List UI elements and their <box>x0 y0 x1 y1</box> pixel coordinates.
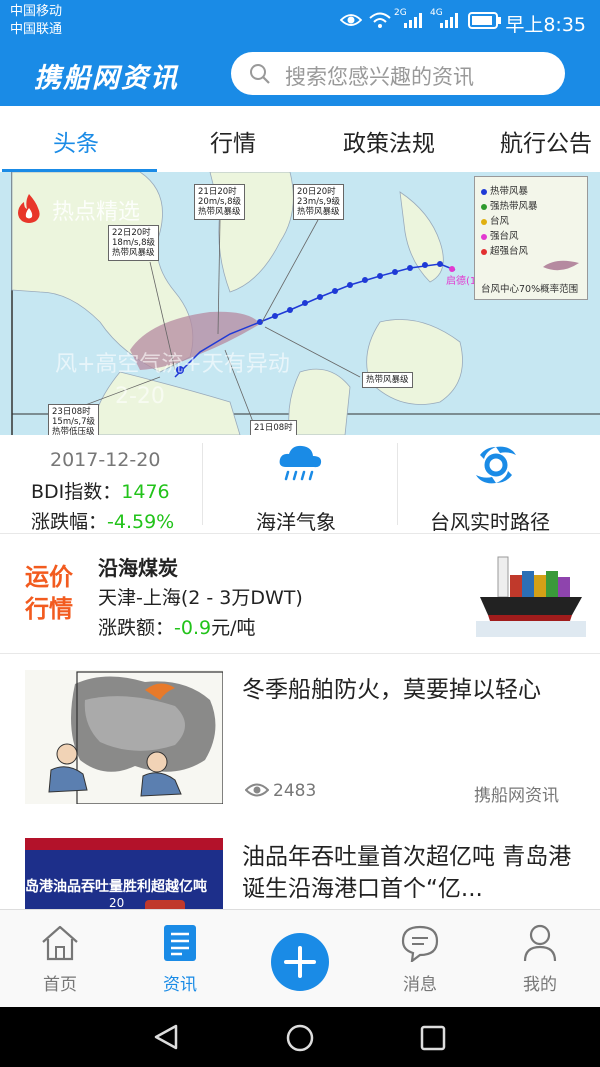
app-logo: 携船网资讯 <box>34 63 179 94</box>
nav-home[interactable]: 首页 <box>20 920 100 1000</box>
freight-change-value: -0.9 <box>174 617 212 639</box>
hot-section-label: 热点精选 <box>52 200 141 225</box>
map-label-21-20: 21日20时 20m/s,8级 热带风暴级 <box>194 184 245 220</box>
home-icon <box>42 925 78 961</box>
nav-home-label: 首页 <box>43 975 77 995</box>
news-item[interactable]: 岛港油品吞吐量胜利超越亿吨 20 油品年吞吐量首次超亿吨 青岛港诞生沿海港口首个… <box>0 824 600 909</box>
bdi-change-value: -4.59% <box>107 511 175 533</box>
map-label-22: 22日20时 18m/s,8级 热带风暴级 <box>108 225 159 261</box>
typhoon-name: 启德(1 <box>446 276 477 287</box>
map-label-20: 20日20时 23m/s,9级 热带风暴级 <box>293 184 344 220</box>
carrier-1: 中国移动 <box>10 4 63 19</box>
bdi-card[interactable]: 2017-12-20 BDI指数：1476 涨跌幅：-4.59% <box>0 435 202 533</box>
app-header: 携船网资讯 搜索您感兴趣的资讯 <box>0 44 600 106</box>
banner-caption-2: 2-20 <box>115 384 165 409</box>
marine-weather-label: 海洋气象 <box>256 510 336 534</box>
bdi-index-value: 1476 <box>121 481 170 503</box>
cargo-ship-image <box>476 549 586 637</box>
view-count: 2483 <box>273 781 317 801</box>
search-bar[interactable]: 搜索您感兴趣的资讯 <box>231 52 565 95</box>
hot-banner[interactable]: 22日20时 18m/s,8级 热带风暴级 21日20时 20m/s,8级 热带… <box>0 172 600 435</box>
news-source: 携船网资讯 <box>474 786 559 806</box>
nav-news[interactable]: 资讯 <box>140 920 220 1000</box>
news-title: 冬季船舶防火，莫要掉以轻心 <box>242 677 541 703</box>
news-thumbnail-text: 岛港油品吞吐量胜利超越亿吨 <box>25 879 207 895</box>
map-label-storm: 热带风暴级 <box>362 372 413 388</box>
status-bar: 中国移动 中国联通 2G 4G 早上8:35 <box>0 0 600 44</box>
map-legend: 热带风暴 强热带风暴 台风 强台风 超强台风 台风中心70%概率范围 <box>474 176 588 300</box>
freight-route: 天津-上海(2 - 3万DWT) <box>98 587 303 609</box>
freight-rate-card[interactable]: 运价 行情 沿海煤炭 天津-上海(2 - 3万DWT) 涨跌额：-0.9元/吨 <box>0 533 600 654</box>
banner-caption-1: 风+高空气流+天有异动 <box>55 352 290 377</box>
nav-profile-label: 我的 <box>523 975 557 995</box>
nav-add-button[interactable] <box>270 932 330 992</box>
freight-change: 涨跌额：-0.9元/吨 <box>98 617 256 639</box>
tab-headlines[interactable]: 头条 <box>53 124 99 158</box>
info-row: 2017-12-20 BDI指数：1476 涨跌幅：-4.59% 海洋气象 台风… <box>0 435 600 534</box>
typhoon-path-button[interactable]: 台风实时路径 <box>398 435 600 534</box>
news-thumbnail-fire <box>25 670 223 804</box>
news-thumbnail-subtext: 20 <box>109 896 125 909</box>
nav-profile[interactable]: 我的 <box>500 920 580 1000</box>
view-count-icon <box>245 783 269 797</box>
user-icon <box>523 924 557 962</box>
map-label-21-08: 21日08时 <box>250 420 297 435</box>
hot-flame-icon <box>18 194 40 223</box>
bdi-index: BDI指数：1476 <box>31 481 170 503</box>
wifi-icon <box>369 12 391 28</box>
news-title: 油品年吞吐量首次超亿吨 青岛港诞生沿海港口首个“亿... <box>242 844 572 902</box>
search-placeholder: 搜索您感兴趣的资讯 <box>285 65 474 89</box>
nav-news-label: 资讯 <box>163 975 197 995</box>
back-icon[interactable] <box>152 1023 180 1051</box>
freight-badge: 运价 行情 <box>25 563 73 623</box>
signal-icon-1 <box>404 13 422 28</box>
nav-messages[interactable]: 消息 <box>380 920 460 1000</box>
recents-icon[interactable] <box>420 1025 446 1051</box>
freight-title: 沿海煤炭 <box>98 556 178 580</box>
search-icon <box>250 64 270 84</box>
news-thumbnail-port: 岛港油品吞吐量胜利超越亿吨 20 <box>25 838 223 909</box>
battery-icon <box>468 12 501 29</box>
carrier-2: 中国联通 <box>10 22 63 37</box>
eye-icon <box>340 14 362 26</box>
map-label-23: 23日08时 15m/s,7级 热带低压级 <box>48 404 99 435</box>
plus-icon <box>271 933 329 991</box>
home-circle-icon[interactable] <box>285 1023 315 1053</box>
message-icon <box>401 925 439 962</box>
tab-notices[interactable]: 航行公告 <box>500 124 592 158</box>
tab-market[interactable]: 行情 <box>210 124 256 158</box>
typhoon-path-label: 台风实时路径 <box>430 510 550 534</box>
bdi-date: 2017-12-20 <box>50 449 161 471</box>
news-icon <box>164 925 196 961</box>
category-tabs: 头条 行情 政策法规 航行公告 <box>0 106 600 173</box>
news-item[interactable]: 冬季船舶防火，莫要掉以轻心 2483 携船网资讯 <box>0 654 600 824</box>
signal-icon-2 <box>440 13 458 28</box>
tab-policy[interactable]: 政策法规 <box>343 124 435 158</box>
bottom-navigation: 首页 资讯 消息 我的 <box>0 909 600 1008</box>
typhoon-icon <box>476 446 516 484</box>
nav-messages-label: 消息 <box>403 975 437 995</box>
system-navigation-bar <box>0 1007 600 1067</box>
status-time: 早上8:35 <box>505 14 586 36</box>
bdi-change: 涨跌幅：-4.59% <box>31 511 175 533</box>
rain-cloud-icon <box>279 445 322 481</box>
marine-weather-button[interactable]: 海洋气象 <box>203 435 397 534</box>
